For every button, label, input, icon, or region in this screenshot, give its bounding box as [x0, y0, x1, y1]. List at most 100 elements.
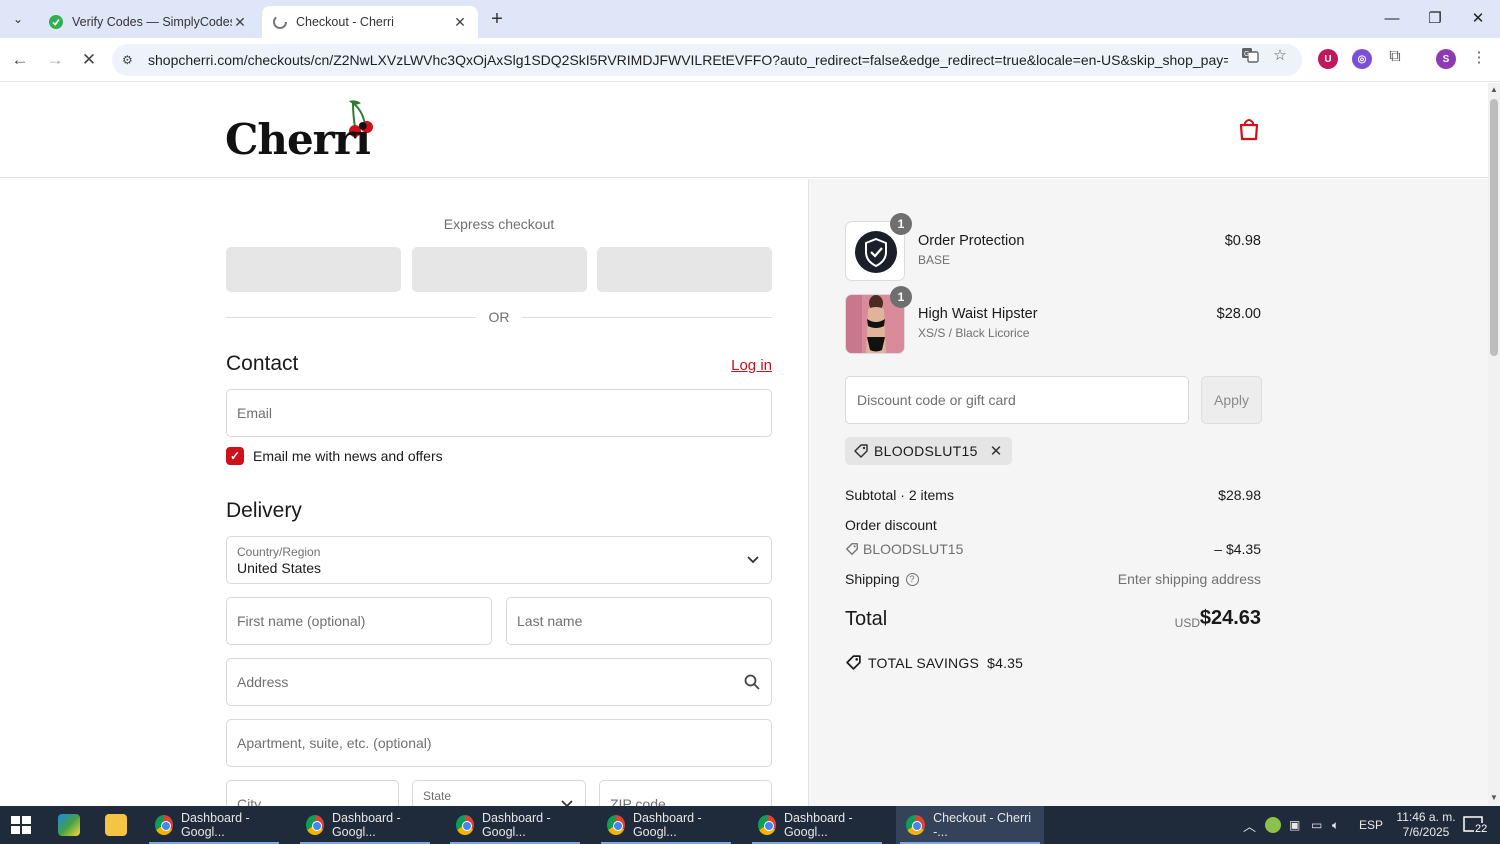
remove-code-icon[interactable]: ✕	[990, 442, 1003, 460]
apartment-field[interactable]: Apartment, suite, etc. (optional)	[226, 719, 772, 767]
scroll-thumb[interactable]	[1490, 99, 1498, 356]
scroll-up-icon[interactable]: ▲	[1488, 85, 1500, 94]
chrome-icon	[607, 815, 625, 835]
state-select[interactable]: State	[412, 780, 586, 806]
subtotal-value: $28.98	[1218, 487, 1261, 503]
express-pay-button-3[interactable]	[597, 247, 772, 292]
newsletter-label: Email me with news and offers	[253, 448, 443, 464]
stop-loading-button[interactable]: ✕	[77, 48, 101, 72]
total-savings: TOTAL SAVINGS $4.35	[868, 655, 1023, 671]
item-name: High Waist Hipster	[918, 306, 1038, 322]
tag-icon	[845, 654, 862, 671]
shipping-label: Shipping	[845, 571, 900, 587]
address-bar[interactable]: ⚙ shopcherri.com/checkouts/cn/Z2NwLXVzLW…	[112, 44, 1302, 76]
tray-app-icon[interactable]	[1265, 806, 1281, 844]
country-select[interactable]: Country/Region United States	[226, 536, 772, 584]
language-indicator[interactable]: ESP	[1359, 806, 1383, 844]
scroll-down-icon[interactable]: ▼	[1488, 793, 1500, 802]
item-price: $0.98	[1224, 233, 1261, 249]
copilot-icon[interactable]	[58, 814, 80, 836]
checkout-page: Cherri Express checkout OR Contact Log i…	[0, 83, 1488, 806]
cherri-logo[interactable]: Cherri	[225, 97, 385, 167]
extension-u-icon[interactable]: U	[1318, 49, 1338, 69]
minimize-button[interactable]: —	[1372, 4, 1412, 32]
translate-icon[interactable]: G	[1241, 46, 1259, 64]
network-icon[interactable]: ▭	[1311, 806, 1322, 844]
tray-overflow-icon[interactable]: ︿	[1243, 806, 1256, 844]
taskbar-window-dashboard-1[interactable]: Dashboard - Googl...	[145, 806, 285, 844]
email-placeholder: Email	[237, 405, 273, 421]
city-field[interactable]: City	[226, 780, 399, 806]
city-placeholder: City	[237, 796, 262, 806]
chevron-down-icon	[561, 797, 573, 806]
taskbar-window-checkout[interactable]: Checkout - Cherri -...	[896, 806, 1044, 844]
line-item: 1 Order Protection BASE $0.98	[845, 213, 1261, 281]
restore-button[interactable]: ❐	[1415, 4, 1455, 32]
shipping-value: Enter shipping address	[1117, 571, 1261, 587]
file-explorer-icon[interactable]	[105, 814, 127, 836]
taskbar-window-dashboard-4[interactable]: Dashboard - Googl...	[597, 806, 737, 844]
item-name: Order Protection	[918, 233, 1025, 249]
browser-tab-bar: ⌄ Verify Codes — SimplyCodes ✕ Checkout …	[0, 0, 1500, 38]
first-name-field[interactable]: First name (optional)	[226, 597, 492, 645]
discount-code-field[interactable]: Discount code or gift card	[845, 376, 1189, 424]
zip-field[interactable]: ZIP code	[599, 780, 772, 806]
savings-label: TOTAL SAVINGS	[868, 655, 979, 671]
tab-search-icon[interactable]: ⌄	[6, 8, 30, 30]
delivery-heading: Delivery	[226, 499, 302, 522]
back-button[interactable]: ←	[8, 48, 32, 72]
taskbar-window-dashboard-2[interactable]: Dashboard - Googl...	[296, 806, 436, 844]
windows-start-icon[interactable]	[10, 815, 32, 835]
checkout-form: Express checkout OR Contact Log in Email…	[0, 179, 808, 806]
shopping-bag-icon[interactable]	[1238, 117, 1260, 141]
express-pay-button-1[interactable]	[226, 247, 401, 292]
login-link[interactable]: Log in	[700, 357, 772, 374]
country-value: United States	[237, 560, 322, 576]
profile-avatar[interactable]: S	[1436, 49, 1456, 69]
close-tab-icon[interactable]: ✕	[232, 14, 248, 31]
taskbar-label: Dashboard - Googl...	[783, 811, 853, 839]
discount-placeholder: Discount code or gift card	[857, 392, 1016, 408]
page-scrollbar[interactable]: ▲ ▼	[1488, 83, 1500, 806]
clock-time: 11:46 a. m.	[1396, 810, 1456, 824]
forward-button[interactable]: →	[43, 48, 67, 72]
site-info-icon[interactable]: ⚙	[122, 53, 140, 67]
clock[interactable]: 11:46 a. m. 7/6/2025	[1390, 810, 1462, 840]
browser-menu-icon[interactable]: ⋮	[1470, 48, 1488, 66]
item-variant: XS/S / Black Licorice	[918, 326, 1030, 340]
window-close-button[interactable]: ✕	[1458, 4, 1498, 32]
volume-icon[interactable]: 🔈︎	[1332, 806, 1339, 844]
first-name-placeholder: First name (optional)	[237, 613, 366, 629]
tab-simplycodes[interactable]: Verify Codes — SimplyCodes ✕	[38, 6, 258, 38]
site-header: Cherri	[0, 83, 1488, 178]
email-field[interactable]: Email	[226, 389, 772, 437]
apply-button[interactable]: Apply	[1201, 376, 1262, 424]
taskbar-window-dashboard-3[interactable]: Dashboard - Googl...	[446, 806, 586, 844]
meet-now-icon[interactable]: ▣	[1289, 806, 1300, 844]
tab-title: Verify Codes — SimplyCodes	[72, 15, 232, 29]
help-icon[interactable]: ?	[905, 572, 919, 586]
logo-text: Cherri	[225, 115, 371, 164]
close-tab-icon[interactable]: ✕	[452, 14, 468, 31]
extensions-puzzle-icon[interactable]: ⧉	[1386, 48, 1404, 66]
chrome-icon	[306, 815, 324, 835]
taskbar-label: Checkout - Cherri -...	[933, 811, 1032, 839]
tag-icon	[846, 543, 858, 555]
express-pay-button-2[interactable]	[412, 247, 587, 292]
chevron-down-icon	[747, 553, 759, 567]
discount-code: BLOODSLUT15	[863, 541, 964, 557]
country-label: Country/Region	[237, 545, 321, 559]
bookmark-star-icon[interactable]: ☆	[1271, 46, 1289, 64]
last-name-field[interactable]: Last name	[506, 597, 772, 645]
url-text[interactable]: shopcherri.com/checkouts/cn/Z2NwLXVzLWVh…	[148, 52, 1228, 68]
windows-taskbar: Dashboard - Googl... Dashboard - Googl..…	[0, 806, 1500, 844]
extension-purple-icon[interactable]: ◎	[1352, 49, 1372, 69]
notifications-icon[interactable]: 22	[1463, 815, 1489, 835]
svg-text:G: G	[1244, 51, 1249, 58]
divider	[226, 317, 476, 318]
address-field[interactable]: Address	[226, 658, 772, 706]
tab-checkout-cherri[interactable]: Checkout - Cherri ✕	[262, 6, 478, 38]
taskbar-window-dashboard-5[interactable]: Dashboard - Googl...	[748, 806, 888, 844]
new-tab-button[interactable]: +	[485, 6, 509, 32]
newsletter-checkbox[interactable]: ✓	[226, 447, 244, 465]
